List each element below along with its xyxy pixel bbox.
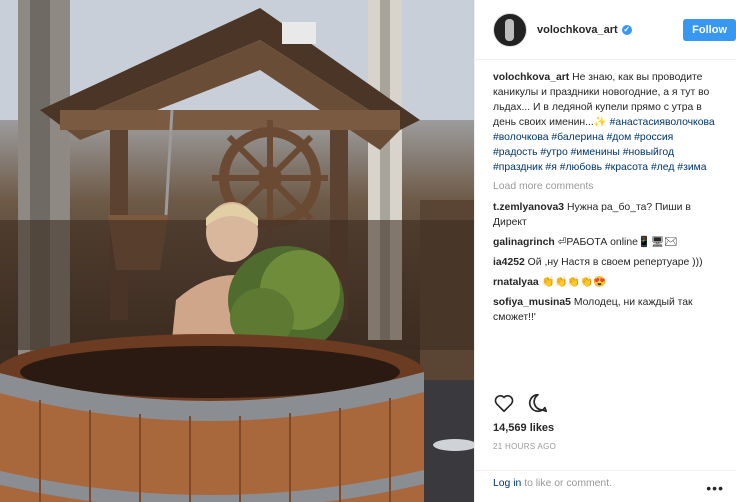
comment-username[interactable]: t.zemlyanova3: [493, 202, 564, 213]
post-actions: [493, 392, 549, 414]
post-side-panel: volochkova_art ✓ Follow volochkova_art Не…: [474, 0, 736, 502]
comment-item: sofiya_musina5 Молодец, ни каждый так см…: [493, 295, 718, 325]
login-bar: Log in to like or comment. •••: [475, 470, 736, 502]
verified-badge-icon: ✓: [621, 24, 632, 35]
comment-text: Ой ,ну Настя в своем репертуаре ))): [527, 257, 703, 268]
header-username-text[interactable]: volochkova_art: [537, 24, 618, 36]
caption-username[interactable]: volochkova_art: [493, 72, 569, 83]
login-text: to like or comment.: [521, 478, 612, 489]
avatar[interactable]: [493, 12, 527, 47]
likes-count[interactable]: 14,569 likes: [493, 422, 554, 434]
comment-text: ⏎РАБОТА online📱🖥✉: [557, 237, 678, 248]
comment-username[interactable]: rnatalyaa: [493, 277, 539, 288]
follow-button[interactable]: Follow: [683, 18, 736, 41]
post-caption: volochkova_art Не знаю, как вы проводите…: [493, 70, 718, 175]
comment-item: t.zemlyanova3 Нужна ра_бо_та? Пиши в Дир…: [493, 200, 718, 230]
post-timestamp[interactable]: 21 HOURS AGO: [493, 442, 556, 451]
comment-text: 👏👏👏👏😍: [541, 277, 607, 288]
comment-item: ia4252 Ой ,ну Настя в своем репертуаре )…: [493, 255, 718, 270]
comment-item: rnatalyaa 👏👏👏👏😍: [493, 275, 718, 290]
post-header: volochkova_art ✓ Follow: [475, 0, 736, 60]
comment-username[interactable]: ia4252: [493, 257, 525, 268]
instagram-post: volochkova_art ✓ Follow volochkova_art Не…: [0, 0, 736, 502]
load-more-comments-link[interactable]: Load more comments: [493, 181, 718, 192]
heart-icon[interactable]: [493, 392, 515, 414]
comment-username[interactable]: galinagrinch: [493, 237, 555, 248]
comments-section: volochkova_art Не знаю, как вы проводите…: [475, 60, 736, 384]
comment-icon[interactable]: [527, 392, 549, 414]
header-username[interactable]: volochkova_art ✓: [537, 24, 632, 36]
more-options-icon[interactable]: •••: [706, 480, 724, 496]
comment-username[interactable]: sofiya_musina5: [493, 297, 571, 308]
post-photo[interactable]: [0, 0, 474, 502]
comment-item: galinagrinch ⏎РАБОТА online📱🖥✉: [493, 235, 718, 250]
login-link[interactable]: Log in: [493, 478, 521, 489]
photo-illustration: [0, 0, 474, 502]
